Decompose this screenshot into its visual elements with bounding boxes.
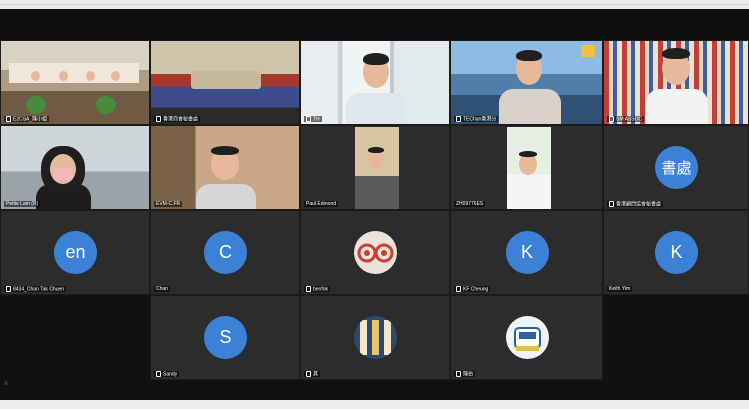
- profile-picture: [505, 315, 549, 359]
- video-tile[interactable]: ZH09776ES: [450, 125, 603, 210]
- video-tile[interactable]: E2CSA_陳小姐: [0, 40, 150, 125]
- participant-figure: [31, 71, 40, 81]
- participant-figure: [646, 89, 708, 124]
- profile-picture-graphic: [513, 326, 541, 351]
- mic-icon: [456, 370, 461, 377]
- participant-name: Paul Edmond: [304, 201, 339, 207]
- mic-icon: [306, 370, 311, 377]
- participant-figure: [111, 71, 120, 81]
- video-tile[interactable]: Pettie Lam (R): [0, 125, 150, 210]
- video-tile[interactable]: TH: [300, 40, 450, 125]
- participant-avatar: S: [204, 315, 247, 359]
- video-tile[interactable]: en 8434_Chan Tak Chuen: [0, 210, 150, 295]
- participant-name: E2CSA_陳小姐: [4, 115, 50, 122]
- top-bar: [0, 0, 749, 9]
- participant-figure: [86, 71, 95, 81]
- gallery-view: E2CSA_陳小姐 香港商會秘書處 TH TEChan香港分 SM ASSOC: [0, 40, 749, 390]
- empty-area: [603, 295, 749, 390]
- participant-avatar: K: [505, 230, 549, 274]
- participant-figure: [346, 93, 406, 124]
- participant-name: 香港顧問協會秘書處: [607, 200, 664, 207]
- mic-icon: [609, 115, 614, 122]
- participant-figure: [662, 48, 690, 59]
- video-tile[interactable]: S Sandy: [150, 295, 300, 380]
- meeting-window: E2CSA_陳小姐 香港商會秘書處 TH TEChan香港分 SM ASSOC: [0, 9, 749, 400]
- video-tile[interactable]: 其: [300, 295, 450, 380]
- profile-picture-graphic: [360, 319, 391, 355]
- participant-name: TH: [304, 115, 322, 122]
- video-tile[interactable]: SM ASSOC: [603, 40, 749, 125]
- participant-name: SM ASSOC: [607, 115, 645, 122]
- participant-figure: [59, 71, 68, 81]
- mic-icon: [6, 115, 11, 122]
- participant-name: 8434_Chan Tak Chuen: [4, 285, 67, 292]
- video-tile[interactable]: EVM-C.FR: [150, 125, 300, 210]
- participant-name: Sandy: [154, 370, 180, 377]
- conference-table: [191, 71, 261, 89]
- mic-icon: [306, 285, 311, 292]
- mic-icon: [6, 285, 11, 292]
- mic-icon: [306, 115, 311, 122]
- participant-figure: [363, 53, 389, 65]
- mic-icon: [609, 200, 614, 207]
- participant-figure: [516, 50, 542, 61]
- video-tile[interactable]: C Chan: [150, 210, 300, 295]
- participant-name: EVM-C.FR: [154, 201, 183, 207]
- meeting-header-bar: [0, 9, 749, 40]
- participant-name: TEChan香港分: [454, 115, 499, 122]
- participant-name: 香港商會秘書處: [154, 115, 201, 122]
- participant-figure: [368, 147, 384, 153]
- participant-figure: [499, 89, 561, 124]
- video-tile[interactable]: TEChan香港分: [450, 40, 603, 125]
- participant-avatar: en: [54, 230, 97, 274]
- empty-area: [0, 295, 150, 390]
- participant-avatar: K: [655, 230, 698, 274]
- plant: [26, 96, 46, 114]
- video-tile[interactable]: benfok: [300, 210, 450, 295]
- participant-name: Keith Yim: [607, 286, 633, 292]
- video-feed: [355, 127, 399, 209]
- meeting-footer-bar: [0, 390, 749, 400]
- mic-icon: [156, 115, 161, 122]
- video-tile[interactable]: 陳伯: [450, 295, 603, 380]
- page-footer: [0, 400, 749, 409]
- participant-figure: [196, 184, 256, 209]
- profile-picture-graphic: [357, 243, 394, 262]
- mic-icon: [456, 285, 461, 292]
- participant-figure: [519, 151, 537, 157]
- participant-avatar: 書處: [655, 145, 698, 189]
- participant-name: 陳伯: [454, 370, 476, 377]
- logo: [581, 45, 595, 57]
- profile-picture: [354, 230, 397, 274]
- participant-figure: [211, 146, 239, 155]
- video-feed: [507, 127, 551, 209]
- participant-name: Pettie Lam (R): [4, 201, 41, 207]
- plant: [96, 96, 116, 114]
- video-tile[interactable]: K Keith Yim: [603, 210, 749, 295]
- video-tile[interactable]: 香港商會秘書處: [150, 40, 300, 125]
- participant-name: Chan: [154, 286, 170, 292]
- mic-icon: [456, 115, 461, 122]
- profile-picture: [354, 315, 397, 359]
- face-mask: [53, 168, 73, 180]
- video-tile[interactable]: Paul Edmond: [300, 125, 450, 210]
- participant-name: KF Cheung: [454, 285, 491, 292]
- participant-name: benfok: [304, 285, 331, 292]
- participant-name: ZH09776ES: [454, 201, 486, 207]
- participant-avatar: C: [204, 230, 247, 274]
- video-tile[interactable]: K KF Cheung: [450, 210, 603, 295]
- video-tile[interactable]: 書處 香港顧問協會秘書處: [603, 125, 749, 210]
- mic-icon: [156, 370, 161, 377]
- menu-icon[interactable]: ≡: [4, 381, 10, 387]
- participant-name: 其: [304, 370, 321, 377]
